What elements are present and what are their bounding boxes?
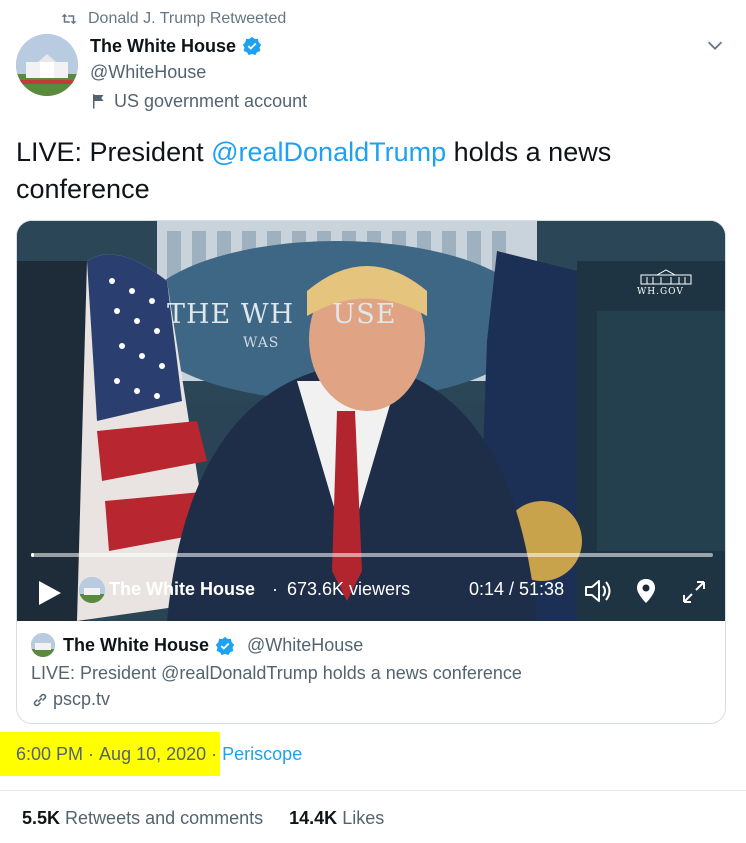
- card-description: LIVE: President @realDonaldTrump holds a…: [31, 663, 522, 683]
- backdrop-subtext: WAS: [243, 335, 280, 351]
- wh-gov-text: WH.GOV: [637, 287, 684, 297]
- fullscreen-icon[interactable]: [681, 579, 707, 605]
- viewers-separator: ·: [272, 579, 278, 599]
- government-account-label: US government account: [90, 88, 307, 114]
- broadcaster-avatar: [79, 577, 105, 603]
- location-pin-icon[interactable]: [635, 577, 657, 605]
- stats-divider: [0, 790, 746, 791]
- card-author-name-row: The White House: [63, 635, 235, 656]
- card-author-name: The White House: [63, 635, 210, 655]
- play-icon[interactable]: [37, 579, 63, 607]
- tweet-text-prefix: LIVE: President: [16, 137, 212, 167]
- video-progress-bar[interactable]: [31, 553, 713, 557]
- author-avatar[interactable]: [16, 34, 78, 96]
- chevron-down-icon[interactable]: [704, 34, 726, 56]
- tweet-source-link[interactable]: Periscope: [222, 744, 302, 765]
- mention-link[interactable]: @realDonaldTrump: [211, 137, 446, 167]
- backdrop-text: THE WH USE: [167, 299, 397, 330]
- author-name: The White House: [90, 35, 237, 56]
- white-house-avatar-image: [31, 633, 55, 657]
- video-progress-fill: [31, 553, 35, 557]
- verified-badge-icon: [215, 636, 235, 655]
- verified-badge-icon: [242, 36, 262, 56]
- likes-count: 14.4K: [289, 808, 338, 828]
- tweet-text: LIVE: President @realDonaldTrump holds a…: [16, 134, 716, 208]
- white-house-logo-icon: [640, 269, 692, 285]
- likes-label: Likes: [342, 808, 385, 828]
- flag-icon: [93, 94, 104, 109]
- retweet-indicator[interactable]: Donald J. Trump Retweeted: [60, 10, 286, 28]
- video-player[interactable]: WH.GOV THE WH USE WAS The White House · …: [17, 221, 725, 621]
- white-house-avatar-image: [79, 577, 105, 603]
- retweet-text: Donald J. Trump Retweeted: [88, 10, 287, 27]
- card-link-text: pscp.tv: [53, 689, 111, 709]
- retweets-stat[interactable]: 5.5K Retweets and comments: [22, 808, 263, 829]
- periscope-card[interactable]: WH.GOV THE WH USE WAS The White House · …: [16, 220, 726, 724]
- tweet-meta: 6:00 PM · Aug 10, 2020 · Periscope: [16, 744, 302, 765]
- retweets-count: 5.5K: [22, 808, 61, 828]
- card-avatar: [31, 633, 55, 657]
- likes-stat[interactable]: 14.4K Likes: [289, 808, 384, 829]
- author-name-row[interactable]: The White House: [90, 34, 262, 58]
- volume-icon[interactable]: [583, 577, 613, 605]
- tweet-time[interactable]: 6:00 PM: [16, 744, 83, 765]
- retweets-label: Retweets and comments: [65, 808, 264, 828]
- video-controls: The White House · 673.6K viewers 0:14 / …: [17, 573, 725, 613]
- tweet-date[interactable]: Aug 10, 2020: [99, 744, 206, 765]
- link-icon: [33, 693, 47, 706]
- meta-separator: ·: [83, 744, 100, 764]
- card-author-handle: @WhiteHouse: [247, 635, 364, 655]
- tweet-stats: 5.5K Retweets and comments 14.4K Likes: [22, 808, 384, 829]
- meta-separator: ·: [206, 744, 223, 764]
- viewers-count: 673.6K viewers: [287, 579, 411, 599]
- broadcaster-name[interactable]: The White House: [109, 579, 255, 600]
- author-handle[interactable]: @WhiteHouse: [90, 58, 262, 86]
- government-account-text: US government account: [114, 90, 308, 111]
- card-details[interactable]: The White House @WhiteHouse LIVE: Presid…: [17, 621, 725, 723]
- wh-gov-watermark: WH.GOV: [637, 269, 695, 297]
- card-link[interactable]: pscp.tv: [31, 689, 110, 710]
- video-time: 0:14 / 51:38: [469, 579, 565, 599]
- white-house-avatar-image: [16, 34, 78, 96]
- retweet-icon: [61, 13, 77, 25]
- video-frame: [17, 221, 725, 621]
